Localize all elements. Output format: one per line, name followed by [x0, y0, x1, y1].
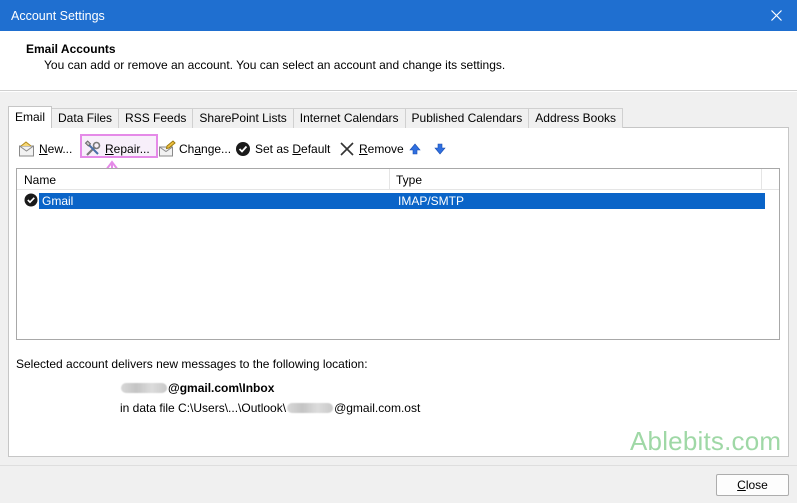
list-header: Name Type: [17, 169, 779, 190]
inbox-suffix: @gmail.com\Inbox: [168, 381, 275, 395]
new-account-icon: [18, 140, 36, 158]
close-label-post: lose: [745, 478, 768, 492]
change-label-pre: Ch: [179, 142, 195, 156]
ablebits-watermark: Ablebits.com: [630, 426, 781, 457]
new-label-post: ew...: [47, 142, 73, 156]
remove-label-accel: R: [359, 142, 368, 156]
dialog-footer: Close: [0, 465, 797, 503]
column-header-name[interactable]: Name: [24, 173, 56, 187]
change-label-post: nge...: [201, 142, 232, 156]
table-row[interactable]: Gmail IMAP/SMTP: [39, 193, 765, 209]
dialog-header: Email Accounts You can add or remove an …: [0, 31, 797, 91]
remove-button[interactable]: Remove: [338, 136, 404, 162]
delivery-inbox-path: @gmail.com\Inbox: [120, 381, 274, 395]
new-button[interactable]: New...: [18, 136, 72, 162]
default-label-post: efault: [301, 142, 331, 156]
repair-button[interactable]: Repair...: [84, 136, 150, 162]
set-as-default-button[interactable]: Set as Default: [234, 136, 330, 162]
redacted-username: [287, 403, 334, 413]
tab-address-books[interactable]: Address Books: [529, 108, 623, 128]
delivery-label: Selected account delivers new messages t…: [16, 357, 368, 371]
set-as-default-label: Set as Default: [255, 142, 330, 156]
remove-button-label: Remove: [359, 142, 404, 156]
repair-label-post: epair...: [113, 142, 150, 156]
window-title: Account Settings: [11, 9, 105, 23]
remove-label-post: emove: [367, 142, 404, 156]
account-toolbar: New... Repair... Change... Set as Defaul…: [16, 136, 776, 162]
close-icon: [771, 10, 782, 21]
datafile-prefix: in data file C:\Users\...\Outlook\: [120, 401, 287, 415]
account-name: Gmail: [42, 194, 74, 208]
new-label-accel: N: [39, 142, 48, 156]
title-bar: Account Settings: [0, 0, 797, 31]
default-account-check-icon: [24, 193, 38, 207]
repair-label-accel: R: [105, 142, 114, 156]
change-button-label: Change...: [179, 142, 231, 156]
move-down-button[interactable]: [434, 136, 446, 162]
default-label-accel: D: [292, 142, 302, 156]
tab-sharepoint-lists[interactable]: SharePoint Lists: [193, 108, 294, 128]
tab-rss-feeds[interactable]: RSS Feeds: [119, 108, 194, 128]
arrow-down-icon: [434, 143, 446, 155]
redacted-username: [121, 383, 167, 393]
column-header-type[interactable]: Type: [396, 173, 422, 187]
watermark-suffix: .com: [724, 426, 782, 456]
arrow-up-icon: [409, 143, 421, 155]
header-title: Email Accounts: [26, 42, 116, 56]
column-divider[interactable]: [761, 169, 762, 190]
tab-email[interactable]: Email: [8, 106, 53, 128]
accounts-list[interactable]: Name Type Gmail IMAP/SMTP: [16, 168, 780, 340]
header-subtitle: You can add or remove an account. You ca…: [44, 58, 506, 72]
tab-published-calendars[interactable]: Published Calendars: [405, 108, 530, 128]
column-divider[interactable]: [389, 169, 390, 190]
repair-tools-icon: [84, 140, 102, 158]
change-button[interactable]: Change...: [158, 136, 231, 162]
default-label-pre: Set as: [255, 142, 293, 156]
repair-button-label: Repair...: [105, 142, 150, 156]
watermark-text: Ablebits: [630, 426, 725, 456]
account-type: IMAP/SMTP: [398, 194, 465, 208]
move-up-button[interactable]: [409, 136, 421, 162]
new-button-label: New...: [39, 142, 72, 156]
default-check-icon: [234, 140, 252, 158]
tab-internet-calendars[interactable]: Internet Calendars: [293, 108, 406, 128]
change-account-icon: [158, 140, 176, 158]
close-label-accel: C: [737, 478, 746, 492]
remove-x-icon: [338, 140, 356, 158]
datafile-suffix: @gmail.com.ost: [334, 401, 421, 415]
close-button[interactable]: Close: [716, 474, 789, 496]
window-close-button[interactable]: [757, 0, 797, 31]
tab-data-files[interactable]: Data Files: [52, 108, 120, 128]
delivery-datafile-path: in data file C:\Users\...\Outlook\ @gmai…: [120, 401, 420, 415]
tab-strip: Email Data Files RSS Feeds SharePoint Li…: [8, 106, 623, 128]
